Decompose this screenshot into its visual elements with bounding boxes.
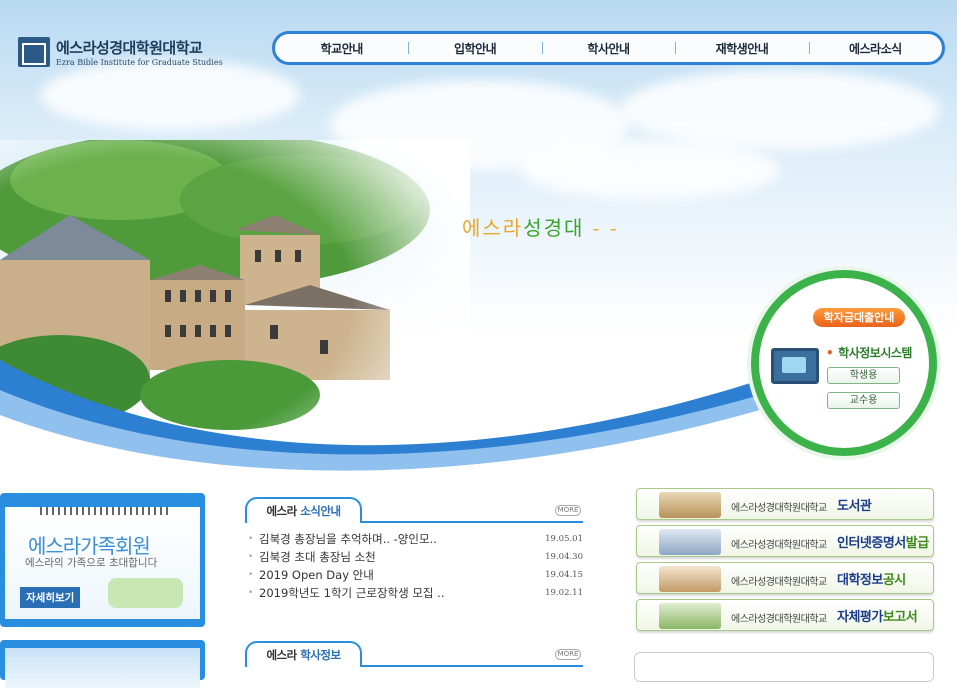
main-navigation: 학교안내 입학안내 학사안내 재학생안내 에스라소식	[272, 31, 945, 65]
computer-icon	[659, 529, 721, 555]
faculty-login-button[interactable]: 교수용	[827, 392, 900, 409]
news-board-header: 에스라 소식안내 MORE	[245, 497, 583, 523]
news-item-title: 김북경 총장님을 추억하며.. -양인모..	[259, 532, 437, 546]
cloud	[620, 70, 940, 150]
cloud	[40, 60, 300, 130]
news-item-title: 2019 Open Day 안내	[259, 568, 374, 582]
link-label: 도서관	[837, 495, 872, 514]
slogan-part-b: 성경대	[523, 216, 585, 240]
academic-system-label: 학사정보시스템	[826, 344, 912, 361]
news-board: 에스라 소식안내 MORE 김북경 총장님을 추억하며.. -양인모.. 19.0…	[245, 497, 583, 602]
link-label-suffix: 공시	[882, 573, 906, 588]
news-tab-prefix: 에스라	[266, 504, 301, 518]
nav-news[interactable]: 에스라소식	[808, 40, 942, 57]
nav-about[interactable]: 학교안내	[275, 40, 408, 57]
cloud	[520, 140, 780, 200]
link-university-name: 에스라성경대학원대학교	[731, 540, 827, 551]
certificate-link[interactable]: 에스라성경대학원대학교 인터넷증명서발급	[636, 525, 934, 557]
link-university-name: 에스라성경대학원대학교	[731, 614, 827, 625]
news-item-date: 19.02.11	[545, 588, 583, 598]
link-label: 대학정보공시	[837, 569, 906, 588]
link-label-main: 대학정보	[837, 573, 883, 588]
news-item-title: 김북경 초대 총장님 소천	[259, 550, 376, 564]
link-label-suffix: 보고서	[882, 610, 918, 625]
news-item[interactable]: 2019 Open Day 안내 19.04.15	[245, 566, 583, 584]
news-item-date: 19.04.30	[545, 552, 583, 562]
news-tab[interactable]: 에스라 소식안내	[245, 497, 362, 523]
family-member-box: 에스라가족회원 에스라의 가족으로 초대합니다 자세히보기	[0, 493, 205, 627]
academic-board: 에스라 학사정보 MORE	[245, 641, 583, 667]
globe-books-icon	[659, 492, 721, 518]
slogan-tail: - -	[592, 216, 619, 240]
nav-students[interactable]: 재학생안내	[675, 40, 808, 57]
news-item-date: 19.04.15	[545, 570, 583, 580]
news-tab-label: 소식안내	[300, 504, 341, 518]
site-name-ko: 에스라성경대학원대학교	[56, 39, 203, 57]
academic-board-header: 에스라 학사정보 MORE	[245, 641, 583, 667]
student-login-button[interactable]: 학생용	[827, 367, 900, 384]
monitor-icon	[771, 348, 819, 384]
hero-banner: 에스라성경대학원대학교 Ezra Bible Institute for Gra…	[0, 0, 957, 480]
academic-tab-prefix: 에스라	[266, 648, 301, 662]
site-logo[interactable]: 에스라성경대학원대학교 Ezra Bible Institute for Gra…	[18, 37, 223, 67]
spiral-binding	[40, 507, 168, 515]
books-icon	[659, 566, 721, 592]
library-link[interactable]: 에스라성경대학원대학교 도서관	[636, 488, 934, 520]
news-list: 김북경 총장님을 추억하며.. -양인모.. 19.05.01 김북경 초대 총장…	[245, 530, 583, 602]
news-item-title: 2019학년도 1학기 근로장학생 모집 ..	[259, 586, 445, 600]
bible-icon	[18, 37, 50, 67]
news-item[interactable]: 김북경 초대 총장님 소천 19.04.30	[245, 548, 583, 566]
disclosure-link[interactable]: 에스라성경대학원대학교 대학정보공시	[636, 562, 934, 594]
family-subtitle: 에스라의 가족으로 초대합니다	[25, 557, 158, 569]
nav-academics[interactable]: 학사안내	[541, 40, 675, 57]
family-illustration	[108, 578, 183, 608]
secondary-banner[interactable]	[0, 640, 205, 688]
news-more-button[interactable]: MORE	[555, 505, 581, 516]
link-label-main: 자체평가	[837, 610, 883, 625]
link-university-name: 에스라성경대학원대학교	[731, 577, 827, 588]
academic-tab-label: 학사정보	[300, 648, 341, 662]
news-item[interactable]: 김북경 총장님을 추억하며.. -양인모.. 19.05.01	[245, 530, 583, 548]
loan-info-button[interactable]: 학자금대출안내	[813, 308, 905, 327]
family-more-button[interactable]: 자세히보기	[20, 587, 81, 608]
link-label: 자체평가보고서	[837, 606, 918, 625]
news-item[interactable]: 2019학년도 1학기 근로장학생 모집 .. 19.02.11	[245, 584, 583, 602]
link-university-name: 에스라성경대학원대학교	[731, 503, 827, 514]
bottom-banner[interactable]	[634, 652, 934, 682]
link-label-main: 인터넷증명서	[837, 536, 906, 551]
link-label-main: 도서관	[837, 499, 872, 514]
secondary-banner-panel	[5, 648, 200, 688]
news-item-date: 19.05.01	[545, 534, 583, 544]
nav-admission[interactable]: 입학안내	[408, 40, 541, 57]
academic-tab[interactable]: 에스라 학사정보	[245, 641, 362, 667]
link-label-suffix: 발급	[905, 536, 929, 551]
slogan: 에스라성경대 - -	[462, 212, 619, 241]
academic-more-button[interactable]: MORE	[555, 649, 581, 660]
site-name-en: Ezra Bible Institute for Graduate Studie…	[56, 58, 223, 67]
slogan-part-a: 에스라	[462, 216, 524, 240]
plant-books-icon	[659, 603, 721, 629]
self-evaluation-link[interactable]: 에스라성경대학원대학교 자체평가보고서	[636, 599, 934, 631]
link-label: 인터넷증명서발급	[837, 532, 929, 551]
